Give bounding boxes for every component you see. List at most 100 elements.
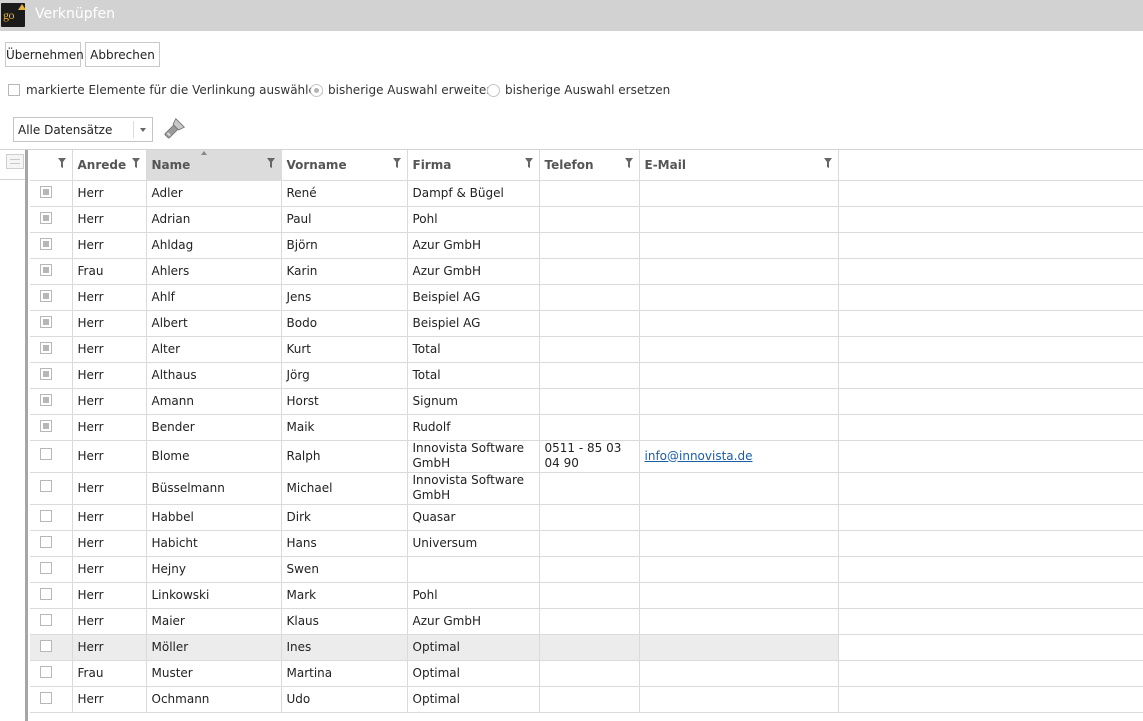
table-row[interactable]: Herr Adrian Paul Pohl: [30, 206, 839, 233]
table-row[interactable]: Frau Ahlers Karin Azur GmbH: [30, 258, 839, 285]
title-bar: go Verknüpfen: [0, 0, 1143, 31]
row-divider: [838, 336, 1143, 337]
row-divider: [838, 530, 1143, 531]
table-row[interactable]: Herr Linkowski Mark Pohl: [30, 582, 839, 609]
select-column-header[interactable]: [30, 150, 73, 181]
row-select-checkbox[interactable]: [40, 639, 52, 652]
table-row[interactable]: Herr Habbel Dirk Quasar: [30, 504, 839, 531]
cell-anrede: Herr: [72, 206, 147, 233]
cell-email: [639, 504, 839, 531]
filter-icon[interactable]: [266, 158, 275, 168]
apply-button[interactable]: Übernehmen: [5, 42, 84, 67]
app-logo: go: [1, 3, 26, 27]
table-row[interactable]: Herr Alter Kurt Total: [30, 336, 839, 363]
cell-name: Adler: [146, 180, 282, 207]
chevron-down-icon[interactable]: [140, 128, 146, 132]
row-select-checkbox[interactable]: [40, 185, 52, 198]
table-row[interactable]: Herr Amann Horst Signum: [30, 388, 839, 415]
filter-icon[interactable]: [624, 158, 633, 168]
grid-empty-area: [838, 150, 1143, 721]
table-row[interactable]: Herr Albert Bodo Beispiel AG: [30, 310, 839, 337]
select-marked-option[interactable]: markierte Elemente für die Verlinkung au…: [8, 83, 323, 100]
row-select-checkbox[interactable]: [40, 613, 52, 626]
row-select-checkbox[interactable]: [40, 480, 52, 492]
replace-selection-radio[interactable]: [487, 84, 500, 97]
row-select-checkbox[interactable]: [40, 419, 52, 432]
table-row[interactable]: Herr Althaus Jörg Total: [30, 362, 839, 389]
select-marked-checkbox[interactable]: [8, 84, 20, 96]
cell-name: Ahlers: [146, 258, 282, 285]
table-row[interactable]: Herr Ochmann Udo Optimal: [30, 686, 839, 713]
dataset-select[interactable]: Alle Datensätze: [13, 117, 153, 142]
filter-icon[interactable]: [524, 158, 533, 168]
cell-vorname: Maik: [281, 414, 408, 441]
cell-anrede: Herr: [72, 180, 147, 207]
filter-icon[interactable]: [823, 158, 832, 168]
extend-selection-radio[interactable]: [310, 84, 323, 97]
column-header-label: Firma: [412, 157, 452, 172]
cell-firma: [407, 556, 540, 583]
extend-selection-label: bisherige Auswahl erweitern: [328, 83, 499, 97]
cell-vorname: Björn: [281, 232, 408, 259]
column-header-vorname[interactable]: Vorname: [281, 150, 408, 181]
column-header-name[interactable]: Name: [146, 150, 282, 181]
cell-email: [639, 232, 839, 259]
row-divider: [838, 686, 1143, 687]
cell-firma: Rudolf: [407, 414, 540, 441]
table-row[interactable]: Herr Maier Klaus Azur GmbH: [30, 608, 839, 635]
column-chooser-icon[interactable]: [6, 154, 24, 169]
row-select-checkbox[interactable]: [40, 448, 52, 460]
table-row[interactable]: Herr Ahldag Björn Azur GmbH: [30, 232, 839, 259]
table-row[interactable]: Frau Muster Martina Optimal: [30, 660, 839, 687]
cell-vorname: Ines: [281, 634, 408, 661]
row-select-checkbox[interactable]: [40, 535, 52, 548]
cell-telefon: [539, 310, 640, 337]
row-select-checkbox[interactable]: [40, 393, 52, 406]
row-select-checkbox[interactable]: [40, 367, 52, 380]
cell-name: Muster: [146, 660, 282, 687]
table-row[interactable]: Herr Möller Ines Optimal: [30, 634, 839, 661]
row-select-checkbox[interactable]: [40, 587, 52, 600]
column-header-firma[interactable]: Firma: [407, 150, 540, 181]
row-select-checkbox[interactable]: [40, 263, 52, 276]
table-row[interactable]: Herr Adler René Dampf & Bügel: [30, 180, 839, 207]
table-row[interactable]: Herr Bender Maik Rudolf: [30, 414, 839, 441]
cell-vorname: Paul: [281, 206, 408, 233]
cell-telefon: [539, 414, 640, 441]
flashlight-icon[interactable]: [160, 117, 186, 143]
row-divider: [838, 258, 1143, 259]
cell-email: [639, 582, 839, 609]
cell-vorname: Swen: [281, 556, 408, 583]
row-select-checkbox[interactable]: [40, 691, 52, 704]
filter-icon[interactable]: [392, 158, 401, 168]
filter-icon[interactable]: [57, 158, 66, 168]
filter-icon[interactable]: [131, 158, 140, 168]
row-select-checkbox[interactable]: [40, 341, 52, 354]
row-select-checkbox[interactable]: [40, 211, 52, 224]
table-row[interactable]: Herr Hejny Swen: [30, 556, 839, 583]
cell-anrede: Herr: [72, 284, 147, 311]
replace-selection-option[interactable]: bisherige Auswahl ersetzen: [487, 83, 670, 100]
column-header-anrede[interactable]: Anrede: [72, 150, 147, 181]
row-select-checkbox[interactable]: [40, 561, 52, 574]
email-link[interactable]: info@innovista.de: [645, 449, 753, 463]
table-row[interactable]: Herr Büsselmann Michael Innovista Software …: [30, 472, 839, 505]
table-row[interactable]: Herr Ahlf Jens Beispiel AG: [30, 284, 839, 311]
column-header-telefon[interactable]: Telefon: [539, 150, 640, 181]
column-header-email[interactable]: E-Mail: [639, 150, 839, 181]
row-select-checkbox[interactable]: [40, 509, 52, 522]
cell-vorname: Klaus: [281, 608, 408, 635]
cell-email: [639, 336, 839, 363]
cell-telefon: [539, 556, 640, 583]
row-select-checkbox[interactable]: [40, 289, 52, 302]
extend-selection-option[interactable]: bisherige Auswahl erweitern: [310, 83, 499, 100]
cell-vorname: Horst: [281, 388, 408, 415]
table-row[interactable]: Herr Blome Ralph Innovista Software GmbH 051…: [30, 440, 839, 473]
cancel-button[interactable]: Abbrechen: [85, 42, 160, 67]
table-row[interactable]: Herr Habicht Hans Universum: [30, 530, 839, 557]
app-logo-text: go: [3, 8, 15, 22]
row-select-checkbox[interactable]: [40, 665, 52, 678]
row-select-checkbox[interactable]: [40, 237, 52, 250]
row-select-checkbox[interactable]: [40, 315, 52, 328]
row-divider: [838, 660, 1143, 661]
